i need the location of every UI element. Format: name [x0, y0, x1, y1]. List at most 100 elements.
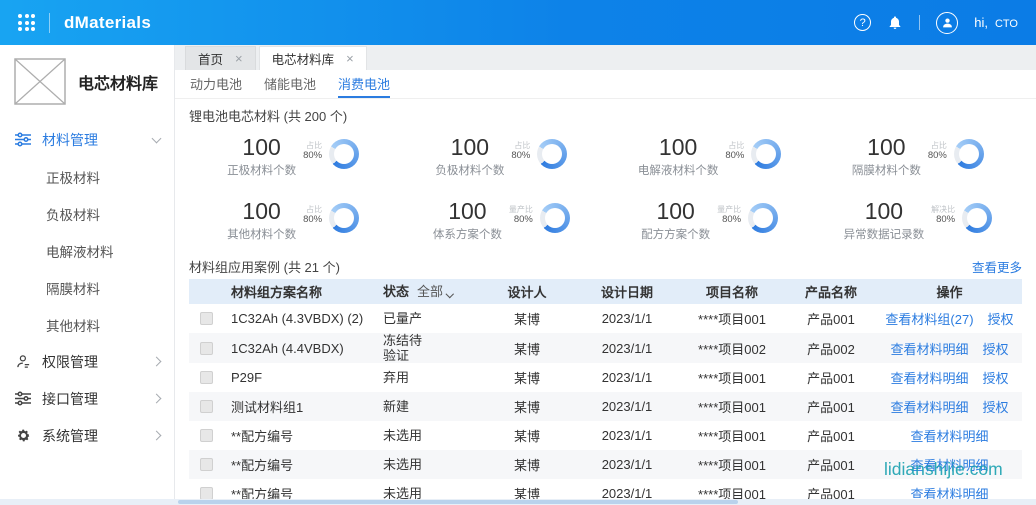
sidebar: 电芯材料库 材料管理 正极材料负极材料电解液材料隔膜材料其他材料 权限管理 [0, 45, 175, 505]
sidebar-subitem[interactable]: 电解液材料 [0, 232, 174, 269]
col-operations: 操作 [877, 282, 1022, 301]
table-row[interactable]: **配方编号 未选用 某博 2023/1/1 ****项目001 产品001 查… [189, 450, 1022, 479]
stat-ratio-value: 80% [509, 214, 533, 225]
person-icon [14, 354, 32, 369]
subtab-storage-battery[interactable]: 储能电池 [264, 70, 316, 98]
row-status: 未选用 [383, 428, 422, 443]
col-name: 材料组方案名称 [223, 282, 383, 301]
authorize-link[interactable]: 授权 [983, 397, 1009, 416]
stat-ratio-value: 80% [928, 150, 947, 161]
col-project: 项目名称 [679, 282, 785, 301]
scrollbar-thumb[interactable] [178, 500, 738, 504]
tab-home[interactable]: 首页 × [185, 46, 256, 70]
authorize-link[interactable]: 授权 [983, 368, 1009, 387]
stat-card: 100 体系方案个数 量产比 80% [397, 192, 605, 248]
sidebar-item-system-management[interactable]: 系统管理 [0, 417, 174, 454]
sidebar-subitem[interactable]: 负极材料 [0, 195, 174, 232]
row-designer: 某博 [479, 339, 575, 358]
stat-ratio-label: 量产比 [509, 205, 533, 214]
table-row[interactable]: 测试材料组1 新建 某博 2023/1/1 ****项目001 产品001 查看… [189, 392, 1022, 421]
sidebar-item-material-management[interactable]: 材料管理 [0, 121, 174, 158]
stat-card: 100 电解液材料个数 占比 80% [606, 128, 814, 184]
stat-ratio-label: 量产比 [717, 205, 741, 214]
user-info[interactable]: hi, CTO [974, 15, 1018, 30]
sidebar-subitem[interactable]: 隔膜材料 [0, 269, 174, 306]
stat-value: 100 [852, 135, 921, 160]
table-row[interactable]: 1C32Ah (4.4VBDX) 冻结待验证 某博 2023/1/1 ****项… [189, 333, 1022, 363]
row-date: 2023/1/1 [575, 311, 679, 326]
row-product: 产品001 [785, 397, 877, 416]
table-header: 材料组方案名称 状态 全部 设计人 设计日期 项目名称 产品名称 操作 [189, 279, 1022, 304]
table-row[interactable]: P29F 弃用 某博 2023/1/1 ****项目001 产品001 查看材料… [189, 363, 1022, 392]
stat-value: 100 [227, 135, 296, 160]
view-material-link[interactable]: 查看材料明细 [890, 339, 968, 358]
view-material-link[interactable]: 查看材料明细 [910, 426, 988, 445]
sidebar-item-permission-management[interactable]: 权限管理 [0, 343, 174, 380]
row-checkbox[interactable] [200, 371, 213, 384]
sidebar-subitem[interactable]: 其他材料 [0, 306, 174, 343]
sidebar-subitem[interactable]: 正极材料 [0, 158, 174, 195]
row-product: 产品002 [785, 339, 877, 358]
row-designer: 某博 [479, 426, 575, 445]
authorize-link[interactable]: 授权 [988, 309, 1014, 328]
stat-card: 100 隔膜材料个数 占比 80% [814, 128, 1022, 184]
avatar-icon[interactable] [936, 12, 958, 34]
authorize-link[interactable]: 授权 [983, 339, 1009, 358]
view-material-link[interactable]: 查看材料组(27) [885, 309, 973, 328]
row-designer: 某博 [479, 455, 575, 474]
stat-label: 配方方案个数 [641, 226, 710, 242]
battery-type-tabs: 动力电池 储能电池 消费电池 [175, 70, 1036, 99]
close-icon[interactable]: × [346, 52, 354, 65]
chevron-right-icon [152, 394, 162, 404]
donut-chart [954, 139, 984, 169]
row-checkbox[interactable] [200, 429, 213, 442]
stat-ratio-label: 占比 [303, 205, 322, 214]
table-row[interactable]: **配方编号 未选用 某博 2023/1/1 ****项目001 产品001 查… [189, 421, 1022, 450]
row-checkbox[interactable] [200, 342, 213, 355]
cases-title: 材料组应用案例 (共 21 个) [189, 257, 340, 276]
stat-card: 100 负极材料个数 占比 80% [397, 128, 605, 184]
row-name: 1C32Ah (4.4VBDX) [223, 341, 383, 356]
row-checkbox[interactable] [200, 458, 213, 471]
help-icon[interactable]: ? [854, 14, 871, 31]
view-material-link[interactable]: 查看材料明细 [890, 397, 968, 416]
user-role: CTO [995, 18, 1018, 30]
stat-value: 100 [638, 135, 719, 160]
bell-icon[interactable] [887, 15, 903, 31]
row-designer: 某博 [479, 309, 575, 328]
view-material-link[interactable]: 查看材料明细 [910, 455, 988, 474]
donut-chart [329, 139, 359, 169]
row-date: 2023/1/1 [575, 428, 679, 443]
tab-material-library[interactable]: 电芯材料库 × [259, 46, 367, 70]
app-grid-icon[interactable] [18, 14, 35, 31]
stat-label: 负极材料个数 [435, 162, 504, 178]
subtab-consumer-battery[interactable]: 消费电池 [338, 70, 390, 98]
row-product: 产品001 [785, 309, 877, 328]
horizontal-scrollbar[interactable] [0, 499, 1036, 505]
stat-ratio-value: 80% [511, 150, 530, 161]
row-checkbox[interactable] [200, 400, 213, 413]
close-icon[interactable]: × [235, 52, 243, 65]
top-header: dMaterials ? hi, CTO [0, 0, 1036, 45]
view-material-link[interactable]: 查看材料明细 [890, 368, 968, 387]
row-project: ****项目001 [679, 455, 785, 474]
row-name: **配方编号 [223, 455, 383, 474]
sidebar-item-label: 材料管理 [42, 130, 98, 150]
gear-icon [14, 428, 32, 443]
row-status: 未选用 [383, 457, 422, 472]
stat-label: 其他材料个数 [227, 226, 296, 242]
status-filter-dropdown[interactable]: 全部 [417, 284, 452, 299]
row-status: 弃用 [383, 370, 409, 385]
row-checkbox[interactable] [200, 312, 213, 325]
subtab-power-battery[interactable]: 动力电池 [190, 70, 242, 98]
stat-card: 100 其他材料个数 占比 80% [189, 192, 397, 248]
row-date: 2023/1/1 [575, 399, 679, 414]
user-greeting: hi, [974, 15, 988, 30]
view-more-link[interactable]: 查看更多 [972, 257, 1022, 276]
table-row[interactable]: 1C32Ah (4.3VBDX) (2) 已量产 某博 2023/1/1 ***… [189, 304, 1022, 333]
stat-value: 100 [641, 199, 710, 224]
row-name: 测试材料组1 [223, 397, 383, 416]
row-name: P29F [223, 370, 383, 385]
stat-label: 正极材料个数 [227, 162, 296, 178]
sidebar-item-interface-management[interactable]: 接口管理 [0, 380, 174, 417]
